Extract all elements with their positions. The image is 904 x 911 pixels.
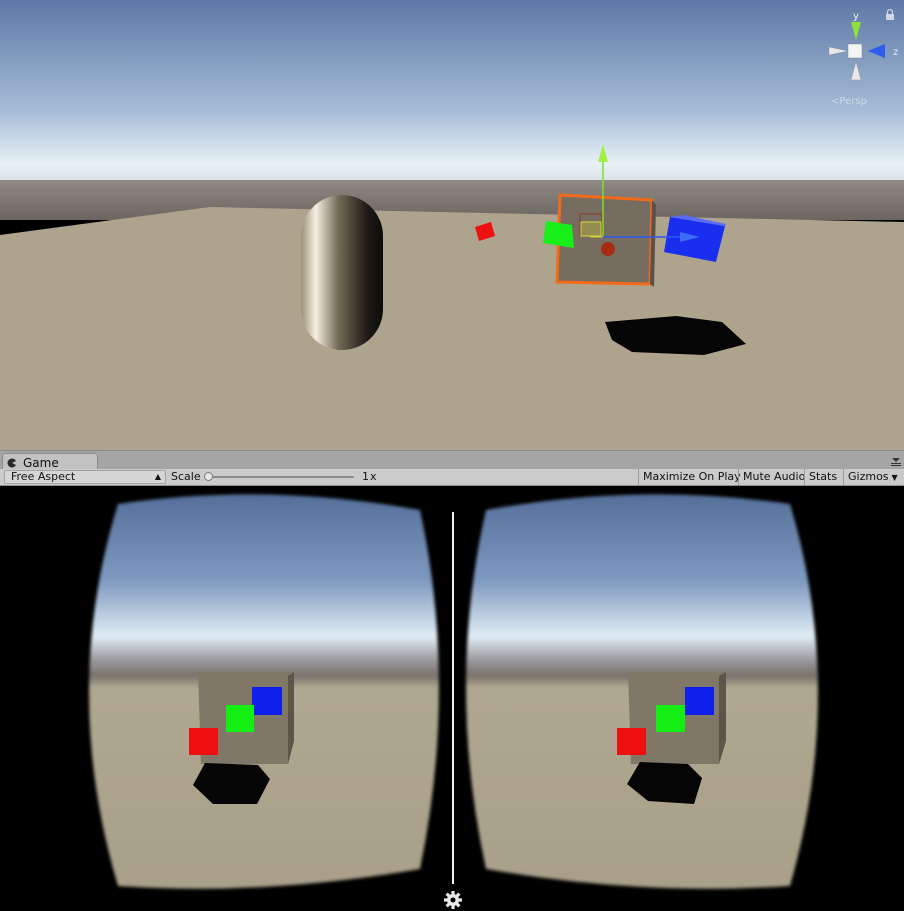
aspect-dropdown-value: Free Aspect — [11, 470, 76, 483]
left-red-marker — [189, 728, 218, 755]
right-green-marker — [656, 705, 685, 732]
gizmo-z-label: z — [893, 47, 898, 58]
mute-audio-toggle[interactable]: Mute Audio — [738, 469, 809, 485]
scene-view[interactable]: y z <Persp — [0, 0, 904, 450]
scene-canvas[interactable]: y z <Persp — [0, 0, 904, 450]
scale-slider-thumb[interactable] — [204, 472, 213, 481]
left-green-marker — [226, 705, 254, 732]
aspect-dropdown[interactable]: Free Aspect ▲︎ — [4, 470, 166, 484]
gizmo-plane-handle[interactable] — [580, 221, 602, 237]
tab-menu-icon[interactable] — [890, 457, 902, 467]
ground-plane — [0, 207, 904, 450]
scale-value: 1x — [362, 470, 378, 483]
gizmos-dropdown[interactable]: Gizmos ▼︎ — [843, 469, 904, 485]
right-red-marker — [617, 728, 646, 755]
left-eye-view — [89, 494, 439, 889]
eye-divider — [452, 512, 454, 884]
left-blue-marker — [252, 687, 282, 715]
gizmos-label: Gizmos — [848, 470, 889, 483]
game-canvas[interactable] — [0, 486, 904, 911]
game-toolbar: Free Aspect ▲︎ Scale 1x Maximize On Play… — [0, 469, 904, 486]
capsule-object[interactable] — [301, 195, 383, 350]
right-blue-marker — [685, 687, 714, 715]
game-tab-icon — [7, 458, 17, 467]
projection-label[interactable]: <Persp — [831, 96, 867, 107]
scale-slider-track[interactable] — [208, 476, 354, 478]
game-view[interactable] — [0, 486, 904, 911]
cardboard-gear-icon[interactable] — [444, 891, 462, 909]
right-eye-view — [466, 494, 818, 889]
gizmo-y-label: y — [853, 11, 859, 22]
tab-bar: Game — [0, 450, 904, 471]
maximize-on-play-toggle[interactable]: Maximize On Play — [638, 469, 745, 485]
pivot-sphere — [601, 242, 615, 256]
tab-game-label: Game — [23, 455, 59, 470]
dropdown-caret-icon: ▲︎ — [154, 472, 161, 481]
stats-toggle[interactable]: Stats — [804, 469, 841, 485]
scale-label: Scale — [171, 470, 201, 483]
gizmos-caret-icon: ▼︎ — [891, 473, 898, 482]
